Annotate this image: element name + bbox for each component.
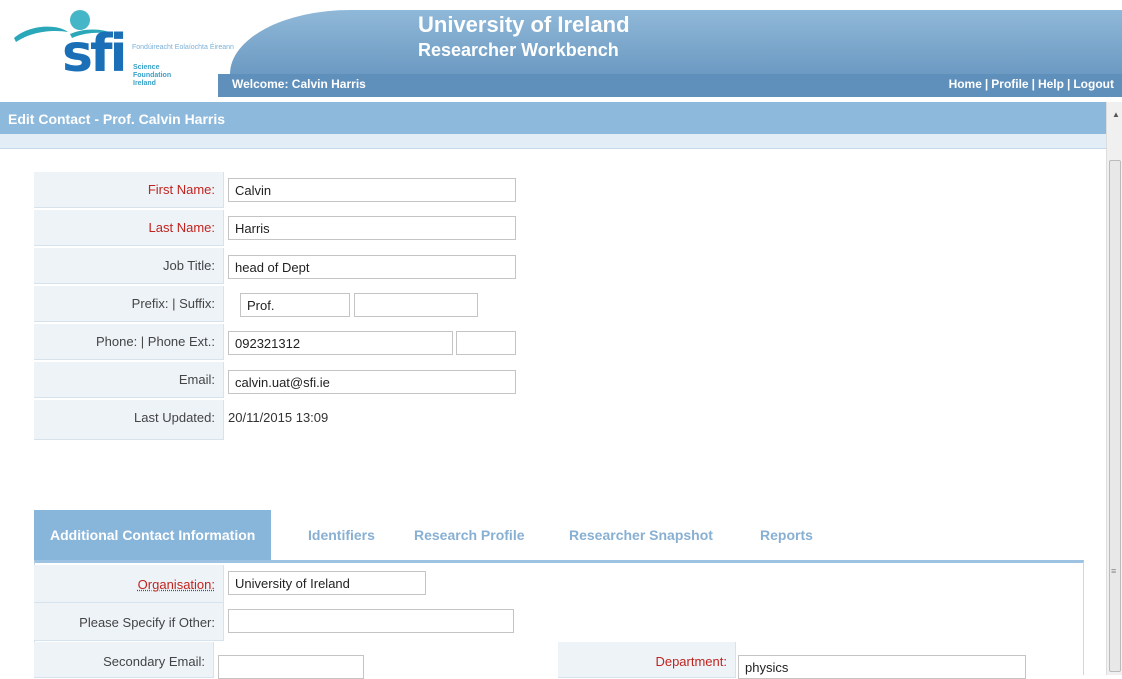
prefix-suffix-label: Prefix: | Suffix: <box>131 296 215 311</box>
welcome-text: Welcome: Calvin Harris <box>232 77 366 91</box>
scroll-thumb[interactable] <box>1109 160 1121 672</box>
job-title-label: Job Title: <box>162 258 215 273</box>
organisation-label-cell: Organisation: <box>34 565 224 603</box>
last-name-field[interactable] <box>228 216 516 240</box>
app-subtitle: Researcher Workbench <box>418 40 619 60</box>
app-title: University of Ireland <box>418 12 630 37</box>
job-title-label-cell: Job Title: <box>34 248 224 284</box>
nav-separator: | <box>1066 77 1071 91</box>
phone-ext-field[interactable] <box>456 331 516 355</box>
specify-other-field[interactable] <box>228 609 514 633</box>
prefix-field[interactable] <box>240 293 350 317</box>
last-updated-label: Last Updated: <box>134 410 215 425</box>
phone-field[interactable] <box>228 331 453 355</box>
tab-research-profile[interactable]: Research Profile <box>414 510 525 560</box>
logo-english-text: Science Foundation Ireland <box>133 64 172 87</box>
scroll-up-arrow-icon[interactable]: ▲ <box>1112 110 1120 119</box>
email-label-cell: Email: <box>34 362 224 398</box>
department-label-cell: Department: <box>558 642 736 678</box>
header-band <box>230 10 1122 74</box>
nav-separator: | <box>984 77 989 91</box>
specify-other-label-cell: Please Specify if Other: <box>34 603 224 641</box>
email-label: Email: <box>178 372 215 387</box>
prefix-suffix-label-cell: Prefix: | Suffix: <box>34 286 224 322</box>
first-name-label-cell: First Name: <box>34 172 224 208</box>
secondary-email-label: Secondary Email: <box>103 654 205 669</box>
suffix-field[interactable] <box>354 293 478 317</box>
department-label: Department: <box>655 654 727 669</box>
nav-separator: | <box>1031 77 1035 91</box>
tab-additional-contact-information[interactable]: Additional Contact Information <box>34 510 272 560</box>
scroll-grip-icon: ≡ <box>1111 566 1117 576</box>
tab-researcher-snapshot[interactable]: Researcher Snapshot <box>569 510 713 560</box>
first-name-field[interactable] <box>228 178 516 202</box>
tab-identifiers[interactable]: Identifiers <box>308 510 375 560</box>
job-title-field[interactable] <box>228 255 516 279</box>
last-name-label: Last Name: <box>148 220 215 235</box>
last-name-label-cell: Last Name: <box>34 210 224 246</box>
nav-help-link[interactable]: Help <box>1038 77 1064 91</box>
last-updated-value: 20/11/2015 13:09 <box>228 410 329 425</box>
last-updated-label-cell: Last Updated: <box>34 400 224 440</box>
nav-profile-link[interactable]: Profile <box>991 77 1028 91</box>
nav-home-link[interactable]: Home <box>949 77 982 91</box>
secondary-email-field[interactable] <box>218 655 364 679</box>
nav-logout-link[interactable]: Logout <box>1073 77 1114 91</box>
logo-irish-text: Fondúireacht Eolaíochta Éireann <box>132 44 234 51</box>
secondary-email-label-cell: Secondary Email: <box>34 642 214 678</box>
page-title: Edit Contact - Prof. Calvin Harris <box>8 111 226 127</box>
phone-label-cell: Phone: | Phone Ext.: <box>34 324 224 360</box>
department-field[interactable] <box>738 655 1026 679</box>
organisation-field[interactable] <box>228 571 426 595</box>
top-nav: Home | Profile | Help | Logout <box>949 77 1114 91</box>
organisation-label: Organisation: <box>137 577 215 592</box>
specify-other-label: Please Specify if Other: <box>79 615 215 630</box>
first-name-label: First Name: <box>147 182 215 197</box>
email-field[interactable] <box>228 370 516 394</box>
app-header: sfi Fondúireacht Eolaíochta Éireann Scie… <box>0 0 1122 100</box>
page-title-bar: Edit Contact - Prof. Calvin Harris <box>0 102 1106 134</box>
phone-label: Phone: | Phone Ext.: <box>95 334 215 349</box>
title-subbar <box>0 134 1106 149</box>
tab-reports[interactable]: Reports <box>760 510 813 560</box>
sfi-logo-text: sfi <box>62 24 127 84</box>
